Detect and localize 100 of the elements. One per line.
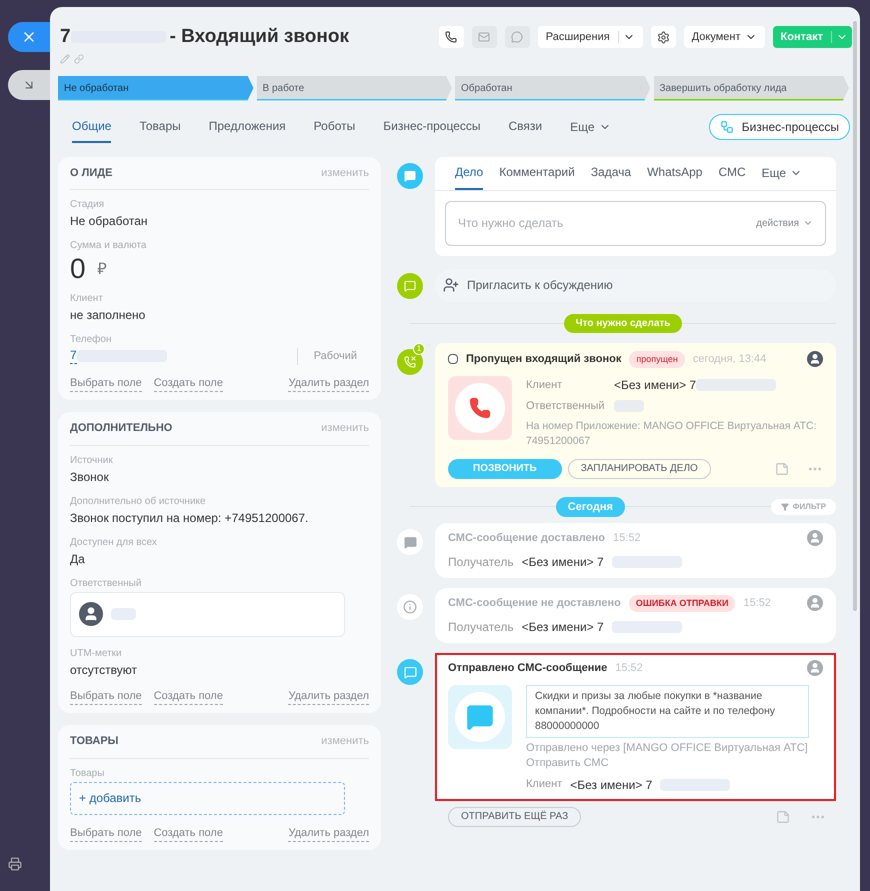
section-divider-label: Сегодня (556, 496, 625, 517)
nav-tab[interactable]: Бизнес-процессы (383, 110, 480, 142)
section-link[interactable]: Удалить раздел (288, 824, 369, 842)
section-title: ТОВАРЫ (70, 734, 118, 749)
mail-button[interactable] (472, 26, 497, 48)
composer-tab[interactable]: WhatsApp (647, 156, 702, 190)
field-value: не заполнено (70, 307, 146, 323)
extensions-button[interactable]: Расширения (538, 26, 643, 48)
link-icon[interactable] (74, 54, 84, 64)
more-tab[interactable]: Еще (570, 118, 611, 136)
composer-tab[interactable]: СМС (718, 156, 746, 190)
currency-sign: ₽ (98, 260, 107, 280)
invite-bar[interactable]: Пригласить к обсуждению (435, 268, 836, 302)
section-link[interactable]: Создать поле (154, 688, 223, 705)
nav-tab[interactable]: Связи (508, 110, 542, 142)
section-link[interactable]: Удалить раздел (288, 688, 369, 705)
section-link[interactable]: Удалить раздел (288, 374, 369, 392)
event-time: 15:52 (613, 531, 641, 546)
message-icon (397, 529, 423, 555)
section-divider-label: Что нужно сделать (564, 314, 682, 332)
close-button[interactable] (8, 22, 50, 52)
comment-icon (397, 162, 423, 188)
detail-label: Клиент (526, 378, 564, 393)
field-label: Товары (70, 766, 106, 780)
composer-tab[interactable]: Задача (590, 156, 632, 190)
recipient-link[interactable]: <Без имени> 7 (522, 618, 604, 636)
phone-button[interactable] (438, 26, 464, 48)
client-link[interactable]: <Без имени> 7 (614, 376, 696, 394)
sms-illustration (448, 684, 512, 748)
minimize-button[interactable] (8, 70, 50, 100)
event-title: СМС-сообщение доставлено (448, 531, 606, 546)
field-value: Не обработан (70, 213, 149, 229)
business-processes-button[interactable]: Бизнес-процессы (708, 114, 850, 140)
field-label: UTM-метки (70, 646, 123, 660)
nav-tab[interactable]: Предложения (208, 110, 286, 142)
nav-tab[interactable]: Общие (72, 110, 112, 142)
section-link[interactable]: Создать поле (154, 824, 223, 842)
section-link[interactable]: Выбрать поле (70, 688, 142, 705)
amount-value: 0 (70, 254, 86, 284)
lead-title: - Входящий звонок (170, 25, 349, 49)
field-label: Сумма и валюта (70, 239, 148, 252)
more-tab[interactable]: Еще (762, 164, 802, 182)
resend-button[interactable]: ОТПРАВИТЬ ЕЩЁ РАЗ (448, 806, 582, 826)
field-label: Дополнительно об источнике (70, 494, 207, 508)
chat-button[interactable] (504, 26, 530, 48)
note-icon[interactable] (775, 462, 789, 476)
stage-step[interactable]: В работе (256, 76, 452, 100)
add-user-icon (443, 277, 459, 293)
actions-dropdown[interactable]: действия (756, 216, 813, 230)
stage-step[interactable]: Обработан (455, 76, 650, 100)
composer-tab[interactable]: Комментарий (499, 156, 575, 190)
detail-label: Ответственный (526, 399, 606, 414)
info-icon (397, 594, 423, 620)
schedule-button[interactable]: ЗАПЛАНИРОВАТЬ ДЕЛО (568, 458, 711, 478)
field-value: Звонок (70, 468, 110, 484)
recipient-label: Получатель (448, 619, 514, 636)
stage-step[interactable]: Не обработан (58, 76, 254, 100)
nav-tab[interactable]: Роботы (314, 110, 356, 142)
lead-title: 7 (60, 25, 71, 49)
recipient-link[interactable]: <Без имени> 7 (522, 552, 604, 570)
phone-type: Рабочий (296, 348, 369, 364)
nav-tab[interactable]: Товары (139, 110, 181, 142)
done-checkbox[interactable] (448, 354, 458, 364)
scrollbar[interactable] (853, 21, 857, 611)
avatar-icon (79, 602, 103, 626)
edit-icon[interactable] (60, 54, 70, 64)
section-link[interactable]: Создать поле (154, 374, 223, 392)
client-link[interactable]: <Без имени> 7 (570, 776, 652, 794)
section-title: ДОПОЛНИТЕЛЬНО (70, 421, 172, 436)
section-link[interactable]: Выбрать поле (70, 824, 142, 842)
settings-icon (656, 30, 670, 44)
settings-button[interactable] (650, 26, 676, 48)
field-label: Клиент (70, 292, 104, 305)
placeholder-text: Что нужно сделать (458, 215, 564, 232)
print-icon[interactable] (8, 857, 22, 871)
chevron-icon (618, 31, 635, 44)
field-label: Стадия (70, 198, 106, 211)
author-icon (807, 530, 823, 546)
sent-via-text: Отправлено через [MANGO OFFICE Виртуальная АТС] Отправить СМС (526, 740, 809, 770)
stage-step[interactable]: Завершить обработку лида (654, 76, 849, 100)
note-icon[interactable] (776, 810, 790, 824)
phone-icon (445, 31, 458, 44)
workflow-icon (720, 120, 734, 134)
status-badge: пропущен (629, 350, 685, 368)
section-link[interactable]: Выбрать поле (70, 374, 142, 392)
section-title: О ЛИДЕ (70, 166, 112, 180)
user-card[interactable] (70, 592, 345, 636)
add-product-button[interactable]: + добавить (70, 782, 345, 814)
chat-icon (397, 272, 423, 298)
counter-badge: 1 (413, 342, 425, 354)
composer-tab[interactable]: Дело (455, 156, 484, 190)
status-badge: ОШИБКА ОТПРАВКИ (628, 594, 736, 612)
message-bubble: Скидки и призы за любые покупки в *название компании*. Подробности на сайте и по телефону 88000000000 (526, 684, 809, 738)
filter-icon (780, 502, 789, 511)
event-title: Отправлено СМС-сообщение (448, 661, 608, 676)
call-time: сегодня, 13:44 (692, 352, 766, 367)
task-input-field[interactable]: Что нужно сделать действия (445, 200, 826, 246)
author-icon (807, 595, 823, 612)
document-button[interactable]: Документ (684, 26, 765, 48)
field-label: Доступен для всех (70, 536, 158, 548)
